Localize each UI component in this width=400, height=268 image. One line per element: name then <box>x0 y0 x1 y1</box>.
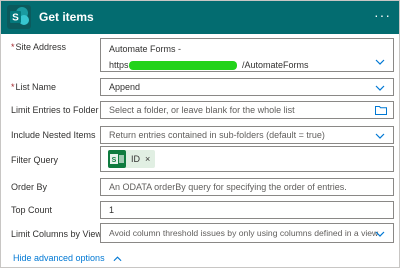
nested-items-label: Include Nested Items <box>11 130 96 140</box>
top-count-value: 1 <box>109 205 115 215</box>
site-address-line2-prefix: https <box>109 60 129 70</box>
remove-token-icon[interactable]: × <box>145 154 150 164</box>
chevron-down-icon[interactable] <box>375 133 385 139</box>
limit-folder-input[interactable]: Select a folder, or leave blank for the … <box>100 101 394 119</box>
top-count-input[interactable]: 1 <box>100 201 394 219</box>
sharepoint-token-icon: S <box>108 150 126 168</box>
more-options-icon[interactable]: ··· <box>374 7 391 23</box>
sharepoint-icon: S <box>7 5 31 29</box>
hide-advanced-options-link[interactable]: Hide advanced options <box>13 253 122 263</box>
list-name-label: *List Name <box>11 82 57 92</box>
site-address-label: *Site Address <box>11 42 67 52</box>
filter-query-label: Filter Query <box>11 155 59 165</box>
dynamic-content-token[interactable]: S ID × <box>108 150 156 168</box>
site-address-line2-suffix: /AutomateForms <box>242 60 309 70</box>
chevron-down-icon[interactable] <box>375 85 385 91</box>
folder-icon[interactable] <box>375 105 387 115</box>
filter-query-input[interactable]: S ID × <box>100 146 394 172</box>
chevron-up-icon <box>113 256 122 261</box>
order-by-input[interactable]: An ODATA orderBy query for specifying th… <box>100 178 394 196</box>
get-items-action-card: S Get items ··· *Site Address Automate F… <box>0 0 400 268</box>
limit-columns-label: Limit Columns by View <box>11 229 102 239</box>
order-by-placeholder: An ODATA orderBy query for specifying th… <box>109 182 347 192</box>
list-name-dropdown[interactable]: Append <box>100 78 394 96</box>
limit-columns-dropdown[interactable]: Avoid column threshold issues by only us… <box>100 223 394 243</box>
action-header[interactable]: S Get items ··· <box>1 1 399 34</box>
limit-folder-label: Limit Entries to Folder <box>11 105 99 115</box>
list-name-value: Append <box>109 82 141 92</box>
limit-columns-placeholder: Avoid column threshold issues by only us… <box>109 228 379 238</box>
token-label: ID <box>131 154 140 164</box>
chevron-down-icon[interactable] <box>375 59 385 65</box>
svg-text:S: S <box>112 157 117 164</box>
action-title: Get items <box>39 10 94 24</box>
svg-text:S: S <box>12 13 19 24</box>
hide-advanced-options-label: Hide advanced options <box>13 253 105 263</box>
nested-items-dropdown[interactable]: Return entries contained in sub-folders … <box>100 126 394 144</box>
site-address-line1: Automate Forms - <box>109 44 182 54</box>
top-count-label: Top Count <box>11 205 53 215</box>
redaction-mask <box>129 61 237 70</box>
site-address-dropdown[interactable]: Automate Forms - https /AutomateForms <box>100 38 394 72</box>
nested-items-placeholder: Return entries contained in sub-folders … <box>109 130 325 140</box>
limit-folder-placeholder: Select a folder, or leave blank for the … <box>109 105 295 115</box>
order-by-label: Order By <box>11 182 48 192</box>
chevron-down-icon[interactable] <box>375 231 385 237</box>
